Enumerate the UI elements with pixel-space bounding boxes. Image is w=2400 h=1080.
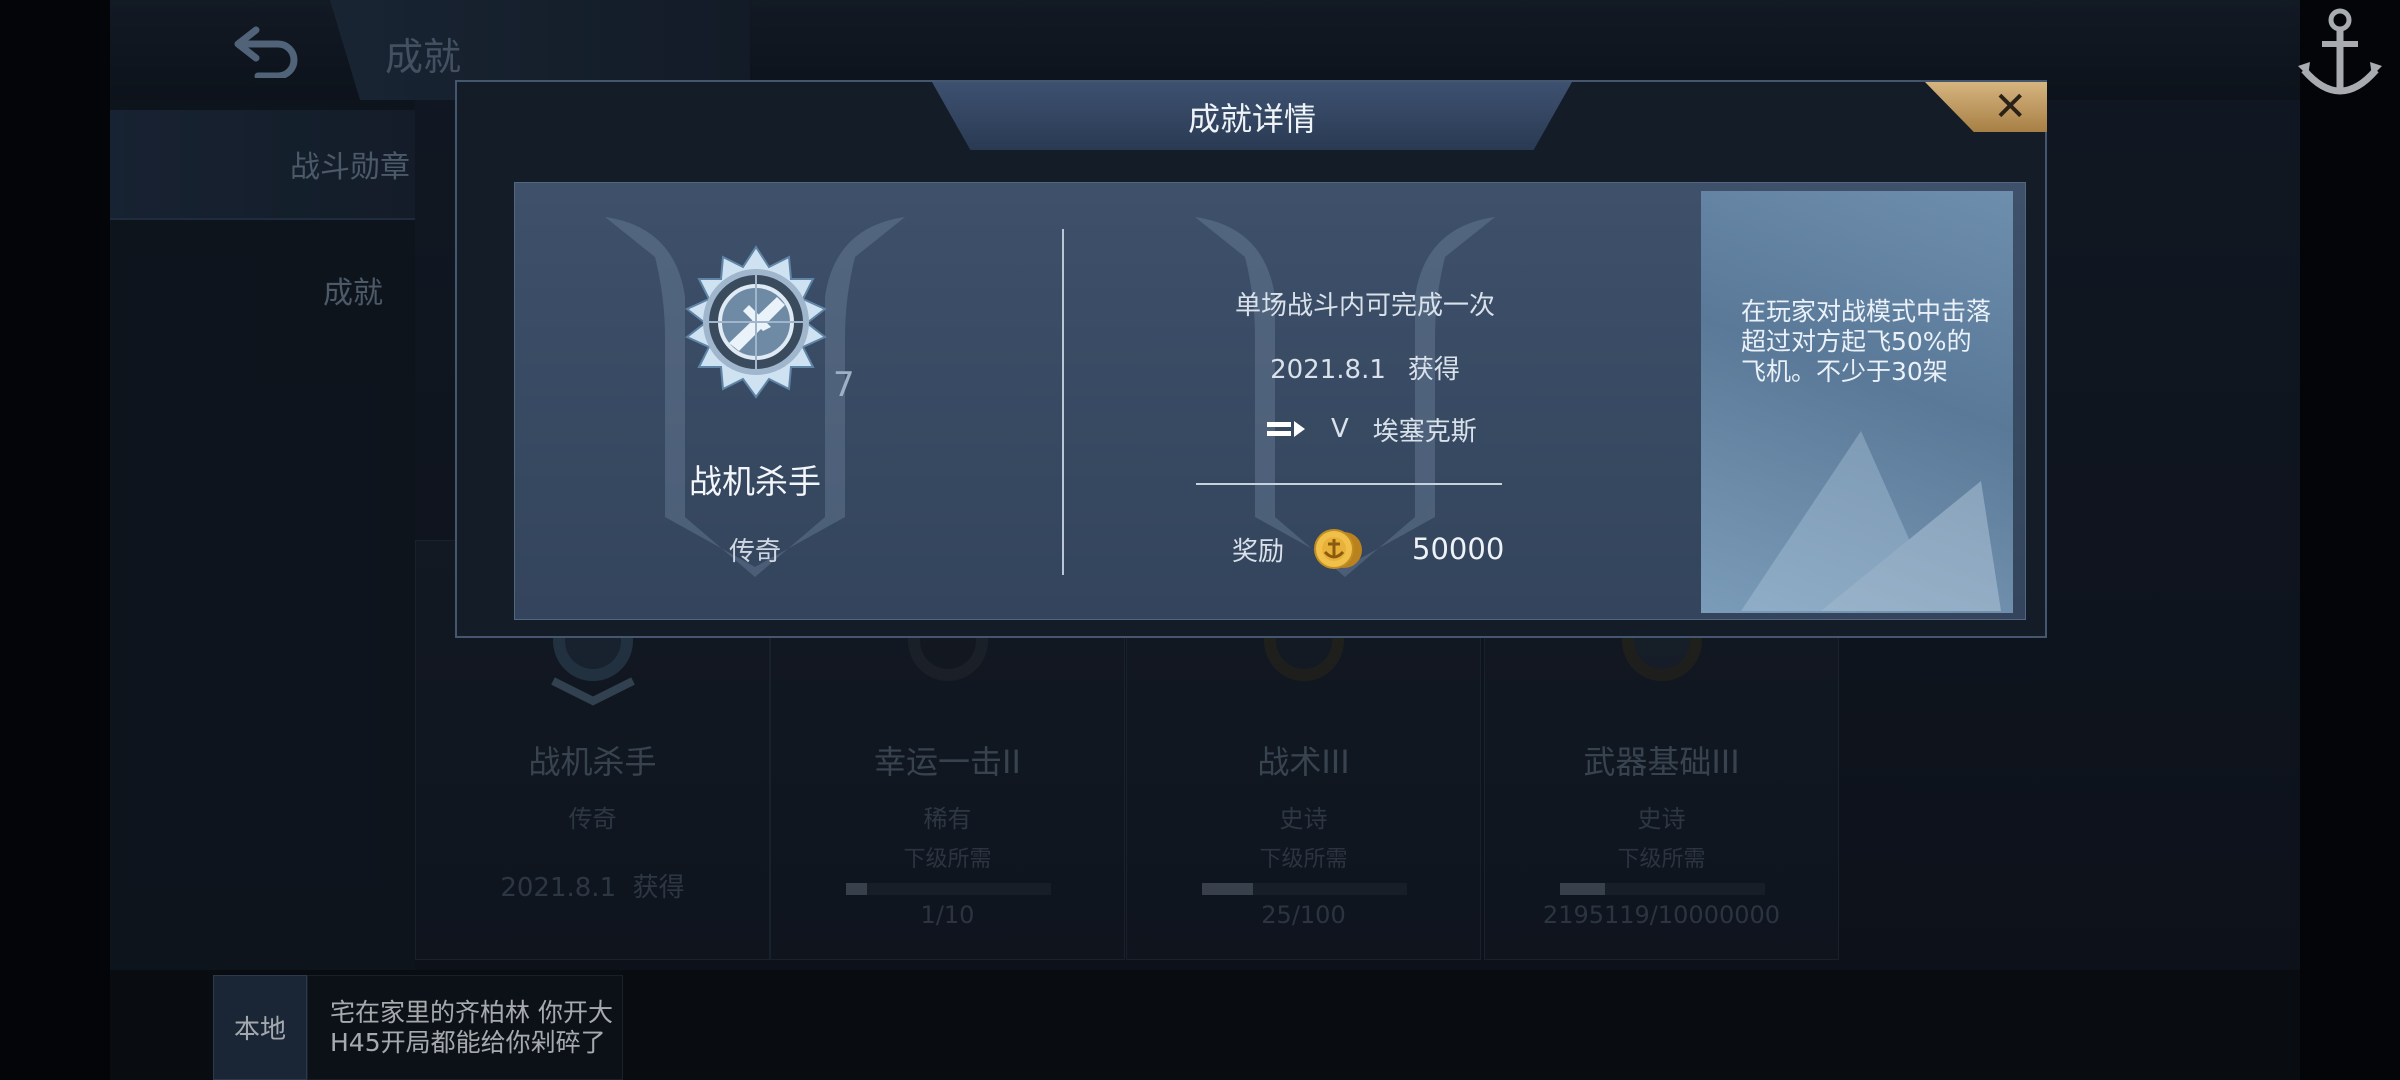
decorative-shape [1741, 431, 2001, 611]
reward-label: 奖励 [1232, 536, 1285, 567]
date-value: 2021.8.1 [1270, 355, 1386, 385]
ship-info: V 埃塞克斯 [1267, 413, 1477, 447]
achievement-name: 战机杀手 [689, 462, 821, 501]
gold-coin-icon [1314, 529, 1363, 569]
achievement-detail-dialog: 成就详情 ✕ 7 战机杀手 传奇 单场战斗内可完成一次 2021.8.1 获得 … [455, 80, 2047, 638]
close-button[interactable]: ✕ [1925, 82, 2047, 132]
dialog-title: 成就详情 [1187, 100, 1316, 138]
column-divider [1062, 229, 1064, 575]
date-suffix: 获得 [1407, 355, 1460, 385]
reward-divider [1196, 483, 1502, 485]
ship-name: 埃塞克斯 [1372, 416, 1477, 447]
medal-level: 7 [833, 365, 855, 405]
achievement-rarity: 传奇 [728, 537, 781, 567]
reward-amount: 50000 [1412, 532, 1505, 566]
detail-panel: 7 战机杀手 传奇 单场战斗内可完成一次 2021.8.1 获得 V 埃塞克斯 奖… [514, 182, 2026, 620]
crest-watermark [1195, 217, 1495, 577]
ship-tier: V [1331, 414, 1349, 444]
fighter-medal-icon [685, 245, 827, 399]
achievement-date: 2021.8.1 获得 [1175, 349, 1555, 386]
close-icon[interactable]: ✕ [1993, 84, 2027, 130]
ship-icon [1267, 421, 1305, 437]
achievement-condition: 单场战斗内可完成一次 [1234, 291, 1495, 321]
achievement-description: 在玩家对战模式中击落超过对方起飞50%的飞机。不少于30架 [1741, 297, 1992, 386]
description-panel: 在玩家对战模式中击落超过对方起飞50%的飞机。不少于30架 [1701, 191, 2013, 613]
reward-row: 奖励 50000 [1232, 529, 1504, 569]
